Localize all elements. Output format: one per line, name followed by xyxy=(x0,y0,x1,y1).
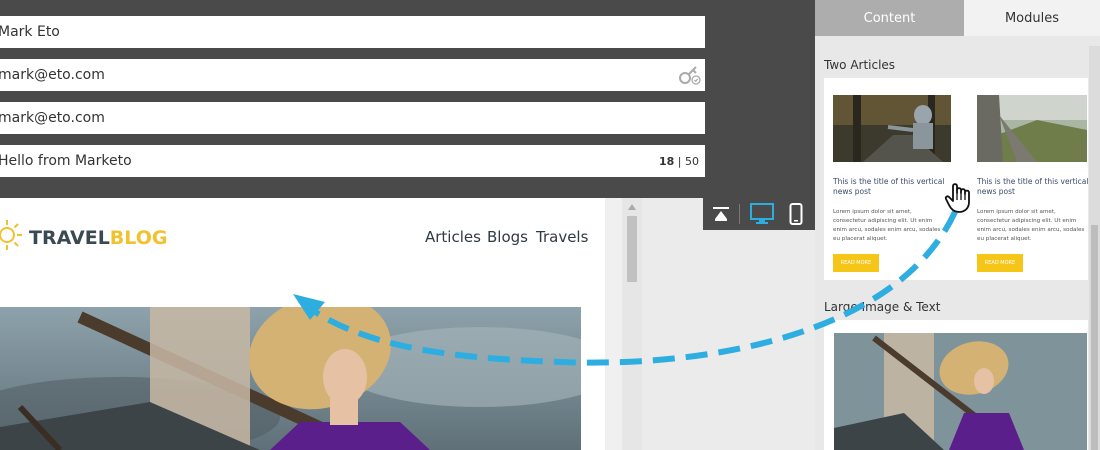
preview-gutter xyxy=(605,198,622,450)
module-label-large-image-text: Large Image & Text xyxy=(824,300,941,314)
logo-text-travel: TRAVEL xyxy=(29,227,110,249)
sidebar-scroll-thumb[interactable] xyxy=(1091,225,1098,450)
key-icon[interactable] xyxy=(677,64,701,86)
nav-articles[interactable]: Articles xyxy=(425,228,481,246)
hero-image xyxy=(0,307,581,450)
subject-char-count: 18 xyxy=(658,154,675,168)
logo-text-blog: BLOG xyxy=(109,227,168,249)
module-large-image-preview xyxy=(834,333,1087,450)
subject-char-counter: 18 | 50 xyxy=(659,145,699,177)
hand-cursor-icon xyxy=(944,183,970,213)
article-2-image xyxy=(977,95,1087,162)
article-2-title: This is the title of this vertical news … xyxy=(977,177,1089,196)
subject-value: Hello from Marketo xyxy=(0,153,132,169)
article-1-body: Lorem ipsum dolor sit amet, consectetur … xyxy=(833,209,941,242)
tab-content-label: Content xyxy=(863,10,916,26)
scroll-up-icon[interactable] xyxy=(627,203,637,211)
from-email-value: mark@eto.com xyxy=(0,67,105,83)
from-name-value: Mark Eto xyxy=(0,24,60,40)
collapse-top-icon[interactable] xyxy=(712,206,730,222)
article-1-image xyxy=(833,95,951,162)
subject-char-sep: | xyxy=(674,154,685,168)
nav-blogs[interactable]: Blogs xyxy=(487,228,528,246)
module-label-two-articles: Two Articles xyxy=(824,58,896,72)
sun-logo-icon xyxy=(0,220,22,250)
subject-field[interactable]: Hello from Marketo 18 | 50 xyxy=(0,145,705,177)
subject-char-max: 50 xyxy=(685,154,699,168)
article-1-read-more-button[interactable]: READ MORE xyxy=(833,254,879,272)
tab-modules-label: Modules xyxy=(1004,10,1060,26)
mobile-view-icon[interactable] xyxy=(789,203,803,225)
nav-travels[interactable]: Travels xyxy=(536,228,588,246)
travel-blog-logo: TRAVELBLOG xyxy=(29,227,167,249)
from-email-field[interactable]: mark@eto.com xyxy=(0,59,705,91)
article-2-read-more-label: READ MORE xyxy=(984,260,1016,266)
preview-scroll-thumb[interactable] xyxy=(627,216,637,282)
toolbar-separator xyxy=(739,204,740,224)
from-name-field[interactable]: Mark Eto xyxy=(0,16,705,48)
article-1-title: This is the title of this vertical news … xyxy=(833,177,945,196)
article-1-read-more-label: READ MORE xyxy=(840,260,872,266)
reply-to-field[interactable]: mark@eto.com xyxy=(0,102,705,134)
desktop-view-icon[interactable] xyxy=(750,203,774,225)
reply-to-value: mark@eto.com xyxy=(0,110,105,126)
tab-content[interactable]: Content xyxy=(815,0,964,36)
article-2-read-more-button[interactable]: READ MORE xyxy=(977,254,1023,272)
tab-modules[interactable]: Modules xyxy=(964,0,1100,36)
article-2-body: Lorem ipsum dolor sit amet, consectetur … xyxy=(977,209,1085,242)
